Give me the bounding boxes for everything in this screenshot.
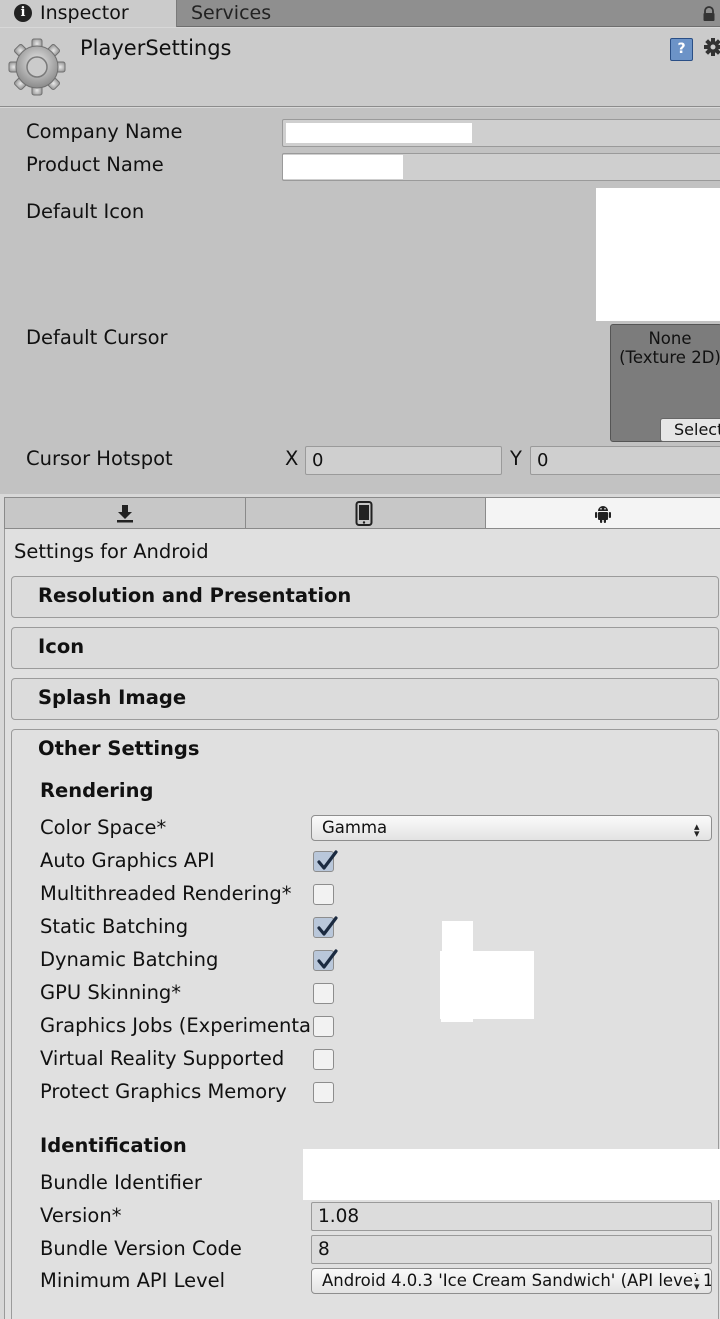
gpu-skinning-checkbox[interactable] [313, 983, 334, 1004]
section-title-splash: Splash Image [38, 686, 187, 709]
graphics-jobs-label: Graphics Jobs (Experimental) [40, 1014, 312, 1037]
hotspot-x-input[interactable]: 0 [305, 446, 502, 475]
player-settings-gear-icon [8, 38, 66, 96]
hotspot-y-input[interactable]: 0 [530, 446, 720, 475]
static-batching-checkbox[interactable] [313, 916, 338, 938]
rendering-heading: Rendering [40, 779, 154, 802]
lock-icon[interactable] [701, 6, 717, 22]
chevron-down-icon: ▾ [694, 827, 700, 840]
default-icon-label: Default Icon [26, 200, 145, 223]
company-name-label: Company Name [26, 120, 183, 143]
dynamic-batching-checkbox[interactable] [313, 949, 338, 971]
redaction-patch [441, 1015, 473, 1022]
bundle-version-code-label: Bundle Version Code [40, 1237, 242, 1260]
section-title-other[interactable]: Other Settings [38, 737, 199, 760]
cursor-preview-text: None (Texture 2D) [619, 329, 720, 367]
gear-icon[interactable] [704, 38, 720, 56]
minimum-api-level-dropdown[interactable]: Android 4.0.3 'Ice Cream Sandwich' (API … [311, 1268, 712, 1294]
virtual-reality-checkbox[interactable] [313, 1049, 334, 1070]
checkmark-icon [317, 949, 338, 969]
cursor-hotspot-label: Cursor Hotspot [26, 447, 173, 470]
hotspot-x-label: X [285, 447, 299, 470]
bundle-identifier-field[interactable] [303, 1149, 720, 1200]
color-space-dropdown[interactable]: Gamma [311, 815, 712, 841]
auto-graphics-api-label: Auto Graphics API [40, 849, 215, 872]
checkmark-icon [317, 850, 338, 870]
bundle-identifier-label: Bundle Identifier [40, 1171, 202, 1194]
gpu-skinning-label: GPU Skinning* [40, 981, 182, 1004]
protect-graphics-memory-label: Protect Graphics Memory [40, 1080, 287, 1103]
section-title-resolution: Resolution and Presentation [38, 584, 352, 607]
multithreaded-rendering-checkbox[interactable] [313, 884, 334, 905]
section-title-icon: Icon [38, 635, 85, 658]
redaction-patch [440, 951, 534, 1019]
product-name-label: Product Name [26, 153, 164, 176]
identification-heading: Identification [40, 1134, 187, 1157]
protect-graphics-memory-checkbox[interactable] [313, 1082, 334, 1103]
chevron-down-icon: ▾ [694, 1280, 700, 1293]
checkmark-icon [317, 916, 338, 936]
hotspot-y-label: Y [510, 447, 522, 470]
tab-services[interactable]: Services [178, 0, 378, 27]
android-icon [595, 506, 611, 523]
default-icon-slot[interactable] [596, 188, 720, 321]
virtual-reality-label: Virtual Reality Supported [40, 1047, 285, 1070]
product-name-redaction [283, 155, 403, 179]
tab-standalone[interactable] [5, 498, 246, 528]
redaction-patch [442, 921, 473, 954]
section-icon[interactable] [11, 627, 719, 669]
company-name-redaction [286, 123, 472, 143]
bundle-version-code-input[interactable]: 8 [311, 1235, 712, 1264]
default-cursor-label: Default Cursor [26, 326, 168, 349]
info-icon: i [14, 4, 32, 22]
page-title: PlayerSettings [80, 36, 232, 60]
version-label: Version* [40, 1204, 122, 1227]
tab-inspector-label: Inspector [40, 2, 129, 24]
version-input[interactable]: 1.08 [311, 1202, 712, 1231]
multithreaded-rendering-label: Multithreaded Rendering* [40, 882, 292, 905]
cursor-select-button[interactable]: Select [660, 418, 720, 442]
tab-ios[interactable] [246, 498, 486, 528]
color-space-label: Color Space* [40, 816, 167, 839]
tab-android[interactable] [486, 498, 720, 528]
static-batching-label: Static Batching [40, 915, 189, 938]
download-icon [117, 505, 133, 523]
help-icon[interactable]: ? [670, 38, 693, 61]
auto-graphics-api-checkbox[interactable] [313, 850, 338, 872]
dynamic-batching-label: Dynamic Batching [40, 948, 219, 971]
settings-for-android-label: Settings for Android [14, 540, 209, 563]
minimum-api-level-label: Minimum API Level [40, 1269, 226, 1292]
phone-icon [355, 501, 373, 526]
graphics-jobs-checkbox[interactable] [313, 1016, 334, 1037]
tab-services-label: Services [191, 2, 272, 24]
